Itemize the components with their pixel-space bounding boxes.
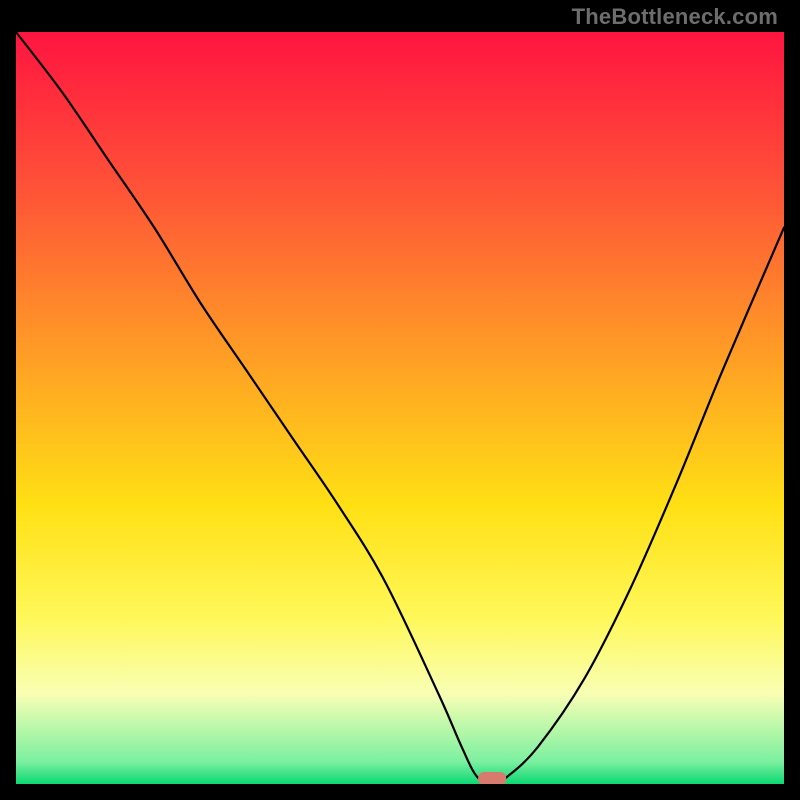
chart-frame: TheBottleneck.com	[0, 0, 800, 800]
plot-area	[16, 32, 784, 784]
watermark-text: TheBottleneck.com	[572, 4, 778, 30]
bottleneck-chart	[16, 32, 784, 784]
optimal-marker	[478, 772, 506, 784]
heatmap-background	[16, 32, 784, 784]
